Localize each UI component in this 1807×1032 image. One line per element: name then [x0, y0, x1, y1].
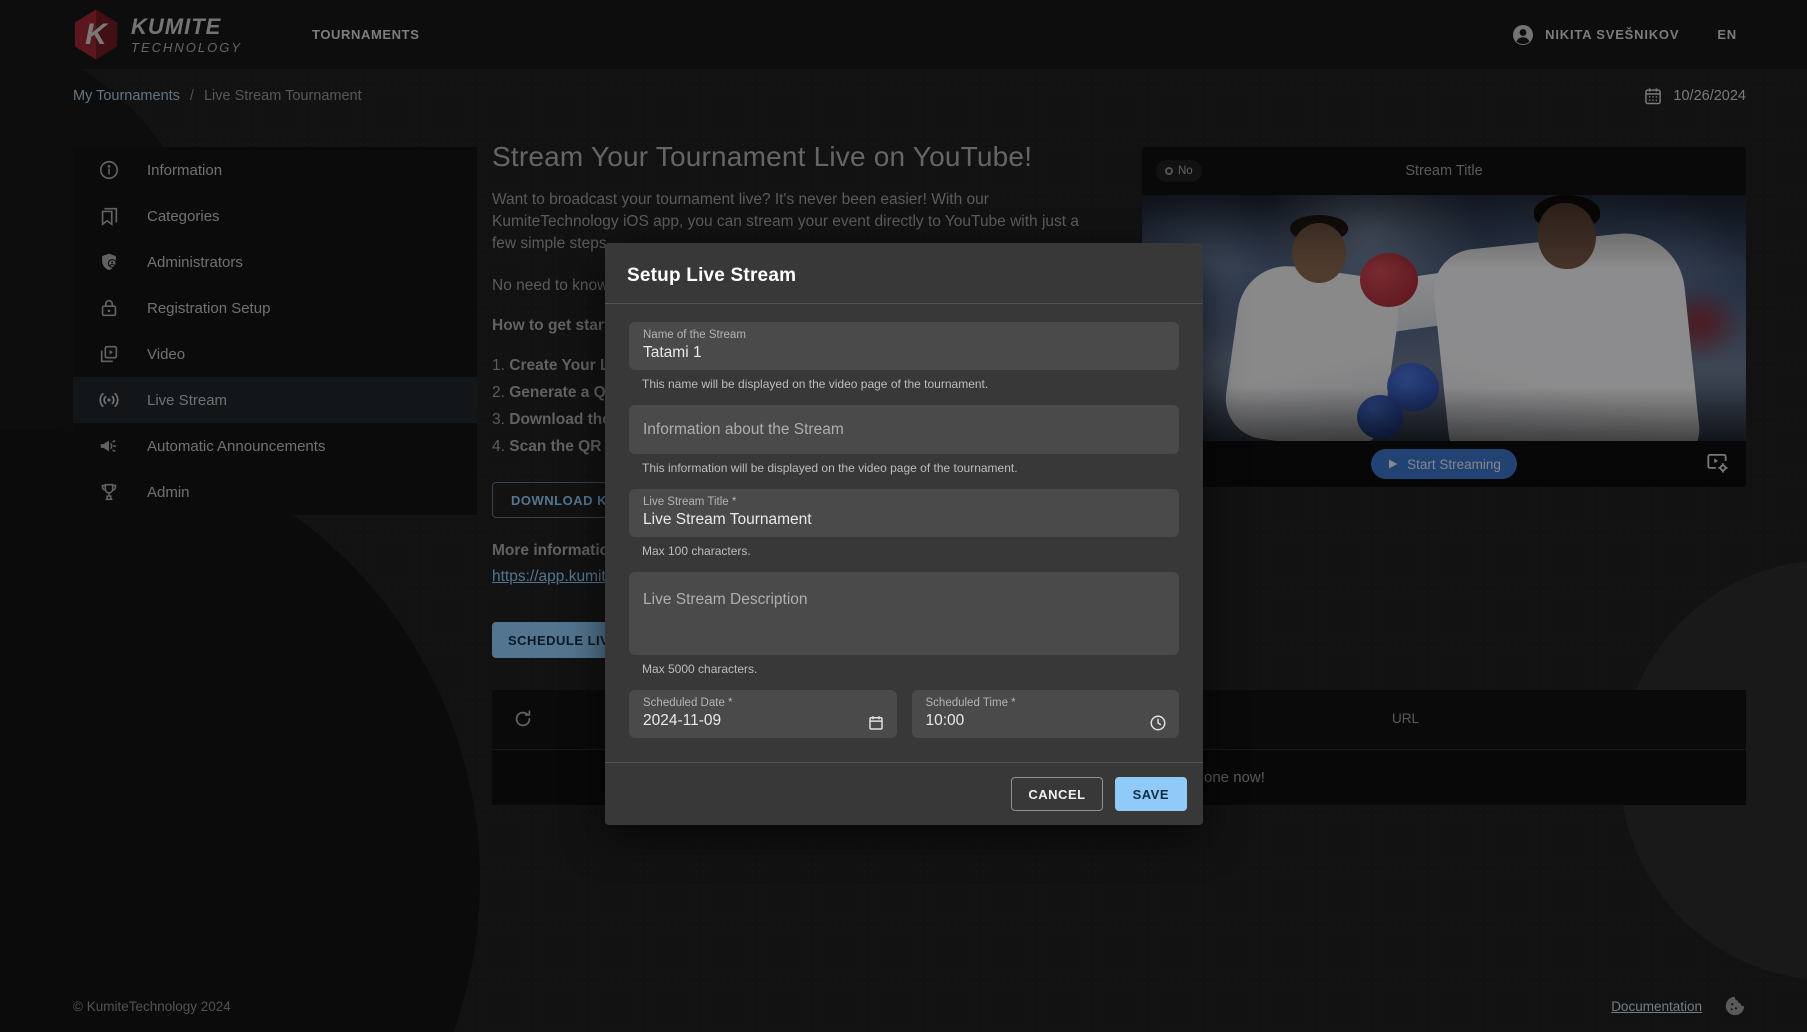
clock-picker-icon[interactable]: [1149, 714, 1167, 732]
stream-name-input[interactable]: [643, 341, 1165, 364]
scheduled-time-input[interactable]: [926, 709, 1166, 732]
app-screen: K KUMITE TECHNOLOGY TOURNAMENTS NIKITA S…: [0, 0, 1807, 1032]
stream-info-input[interactable]: [643, 418, 1165, 441]
live-stream-title-helper: Max 100 characters.: [642, 544, 1179, 558]
scheduled-date-input[interactable]: [643, 709, 883, 732]
scheduled-time-field[interactable]: Scheduled Time *: [912, 690, 1180, 738]
save-button[interactable]: SAVE: [1115, 777, 1187, 811]
live-stream-description-field[interactable]: [629, 572, 1179, 655]
live-stream-title-field[interactable]: Live Stream Title *: [629, 489, 1179, 537]
calendar-picker-icon[interactable]: [867, 714, 885, 732]
live-stream-title-label: Live Stream Title *: [643, 496, 1165, 508]
scheduled-time-label: Scheduled Time *: [926, 697, 1166, 709]
setup-live-stream-dialog: Setup Live Stream Name of the Stream Thi…: [605, 243, 1203, 825]
live-stream-description-helper: Max 5000 characters.: [642, 662, 1179, 676]
live-stream-description-input[interactable]: [643, 588, 1165, 634]
scheduled-date-label: Scheduled Date *: [643, 697, 883, 709]
live-stream-title-input[interactable]: [643, 508, 1165, 531]
stream-info-field[interactable]: [629, 405, 1179, 454]
stream-name-field[interactable]: Name of the Stream: [629, 322, 1179, 370]
cancel-button[interactable]: CANCEL: [1011, 777, 1102, 811]
stream-info-helper: This information will be displayed on th…: [642, 461, 1179, 475]
scheduled-date-field[interactable]: Scheduled Date *: [629, 690, 897, 738]
stream-name-label: Name of the Stream: [643, 329, 1165, 341]
dialog-title: Setup Live Stream: [627, 265, 1175, 287]
stream-name-helper: This name will be displayed on the video…: [642, 377, 1179, 391]
